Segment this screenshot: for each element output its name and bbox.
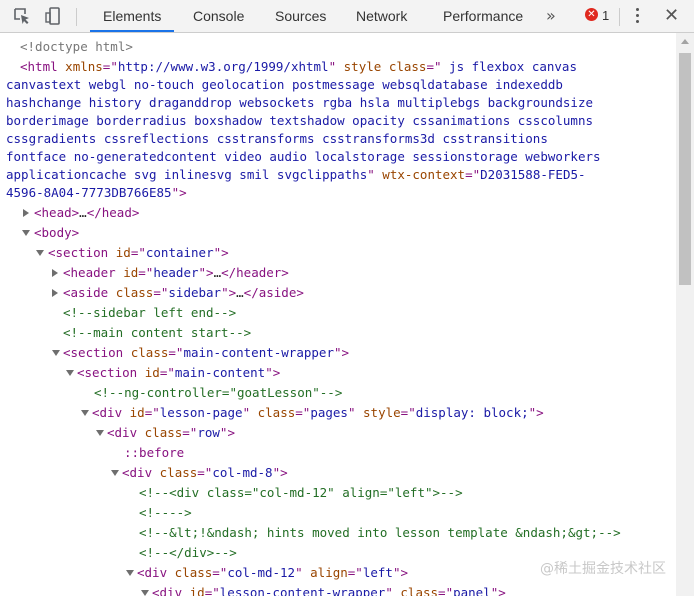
html-class-line: 4596-8A04-7773DB766E85">: [6, 185, 187, 200]
close-icon[interactable]: ✕: [664, 0, 679, 32]
html-class-line: hashchange history draganddrop websocket…: [6, 95, 593, 110]
comment-node[interactable]: <!--&lt;!&ndash; hints moved into lesson…: [139, 523, 621, 543]
tab-elements[interactable]: Elements: [90, 0, 175, 32]
doctype-node[interactable]: <!doctype html>: [20, 37, 133, 57]
section-main-node[interactable]: <section id="main-content">: [77, 363, 280, 383]
collapse-triangle-icon[interactable]: [81, 410, 89, 416]
comment-node[interactable]: <!--ng-controller="goatLesson"-->: [94, 383, 342, 403]
div-lesson-page-node[interactable]: <div id="lesson-page" class="pages" styl…: [92, 403, 544, 423]
div-row-node[interactable]: <div class="row">: [107, 423, 235, 443]
header-node[interactable]: <header id="header">…</header>: [63, 263, 289, 283]
collapse-triangle-icon[interactable]: [126, 570, 134, 576]
expand-triangle-icon[interactable]: [52, 289, 58, 297]
error-icon[interactable]: ✕: [585, 8, 598, 21]
more-tabs-button[interactable]: »: [546, 0, 556, 32]
div-lesson-content-node[interactable]: <div id="lesson-content-wrapper" class="…: [152, 583, 506, 596]
toolbar-divider: [619, 8, 620, 26]
html-node-open[interactable]: <html xmlns="http://www.w3.org/1999/xhtm…: [20, 57, 577, 77]
customize-menu-icon[interactable]: [636, 8, 640, 26]
comment-node[interactable]: <!--</div>-->: [139, 543, 237, 563]
comment-node[interactable]: <!--main content start-->: [63, 323, 251, 343]
scrollbar-thumb[interactable]: [679, 53, 691, 285]
collapse-triangle-icon[interactable]: [96, 430, 104, 436]
html-class-line: borderimage borderradius boxshadow texts…: [6, 113, 593, 128]
collapse-triangle-icon[interactable]: [36, 250, 44, 256]
section-wrapper-node[interactable]: <section class="main-content-wrapper">: [63, 343, 349, 363]
tab-sources[interactable]: Sources: [262, 0, 339, 32]
tab-console[interactable]: Console: [180, 0, 257, 32]
expand-triangle-icon[interactable]: [52, 269, 58, 277]
html-class-line: fontface no-generatedcontent video audio…: [6, 149, 601, 164]
html-class-line: canvastext webgl no-touch geolocation po…: [6, 77, 563, 92]
tab-network[interactable]: Network: [343, 0, 420, 32]
collapse-triangle-icon[interactable]: [141, 590, 149, 596]
scroll-up-icon[interactable]: [681, 39, 689, 44]
html-class-line: cssgradients cssreflections csstransform…: [6, 131, 548, 146]
error-count[interactable]: 1: [602, 0, 609, 32]
comment-node[interactable]: <!---->: [139, 503, 192, 523]
comment-node[interactable]: <!--<div class="col-md-12" align="left">…: [139, 483, 463, 503]
vertical-scrollbar[interactable]: [676, 33, 694, 596]
dom-tree: <!doctype html> <html xmlns="http://www.…: [0, 33, 676, 596]
div-col12-node[interactable]: <div class="col-md-12" align="left">: [137, 563, 408, 583]
comment-node[interactable]: <!--sidebar left end-->: [63, 303, 236, 323]
device-toolbar-icon[interactable]: [44, 6, 64, 26]
collapse-triangle-icon[interactable]: [66, 370, 74, 376]
watermark: @稀土掘金技术社区: [540, 561, 666, 577]
div-col8-node[interactable]: <div class="col-md-8">: [122, 463, 288, 483]
expand-triangle-icon[interactable]: [23, 209, 29, 217]
collapse-triangle-icon[interactable]: [111, 470, 119, 476]
collapse-triangle-icon[interactable]: [52, 350, 60, 356]
head-node[interactable]: <head>…</head>: [34, 203, 139, 223]
aside-node[interactable]: <aside class="sidebar">…</aside>: [63, 283, 304, 303]
toolbar-divider: [76, 8, 77, 26]
tab-performance[interactable]: Performance: [430, 0, 536, 32]
html-class-line: applicationcache svg inlinesvg smil svgc…: [6, 167, 586, 182]
pseudo-before-node[interactable]: ::before: [124, 443, 184, 463]
body-node[interactable]: <body>: [34, 223, 79, 243]
collapse-triangle-icon[interactable]: [22, 230, 30, 236]
inspect-element-icon[interactable]: [12, 6, 32, 26]
devtools-toolbar: Elements Console Sources Network Perform…: [0, 0, 694, 33]
section-container-node[interactable]: <section id="container">: [48, 243, 229, 263]
